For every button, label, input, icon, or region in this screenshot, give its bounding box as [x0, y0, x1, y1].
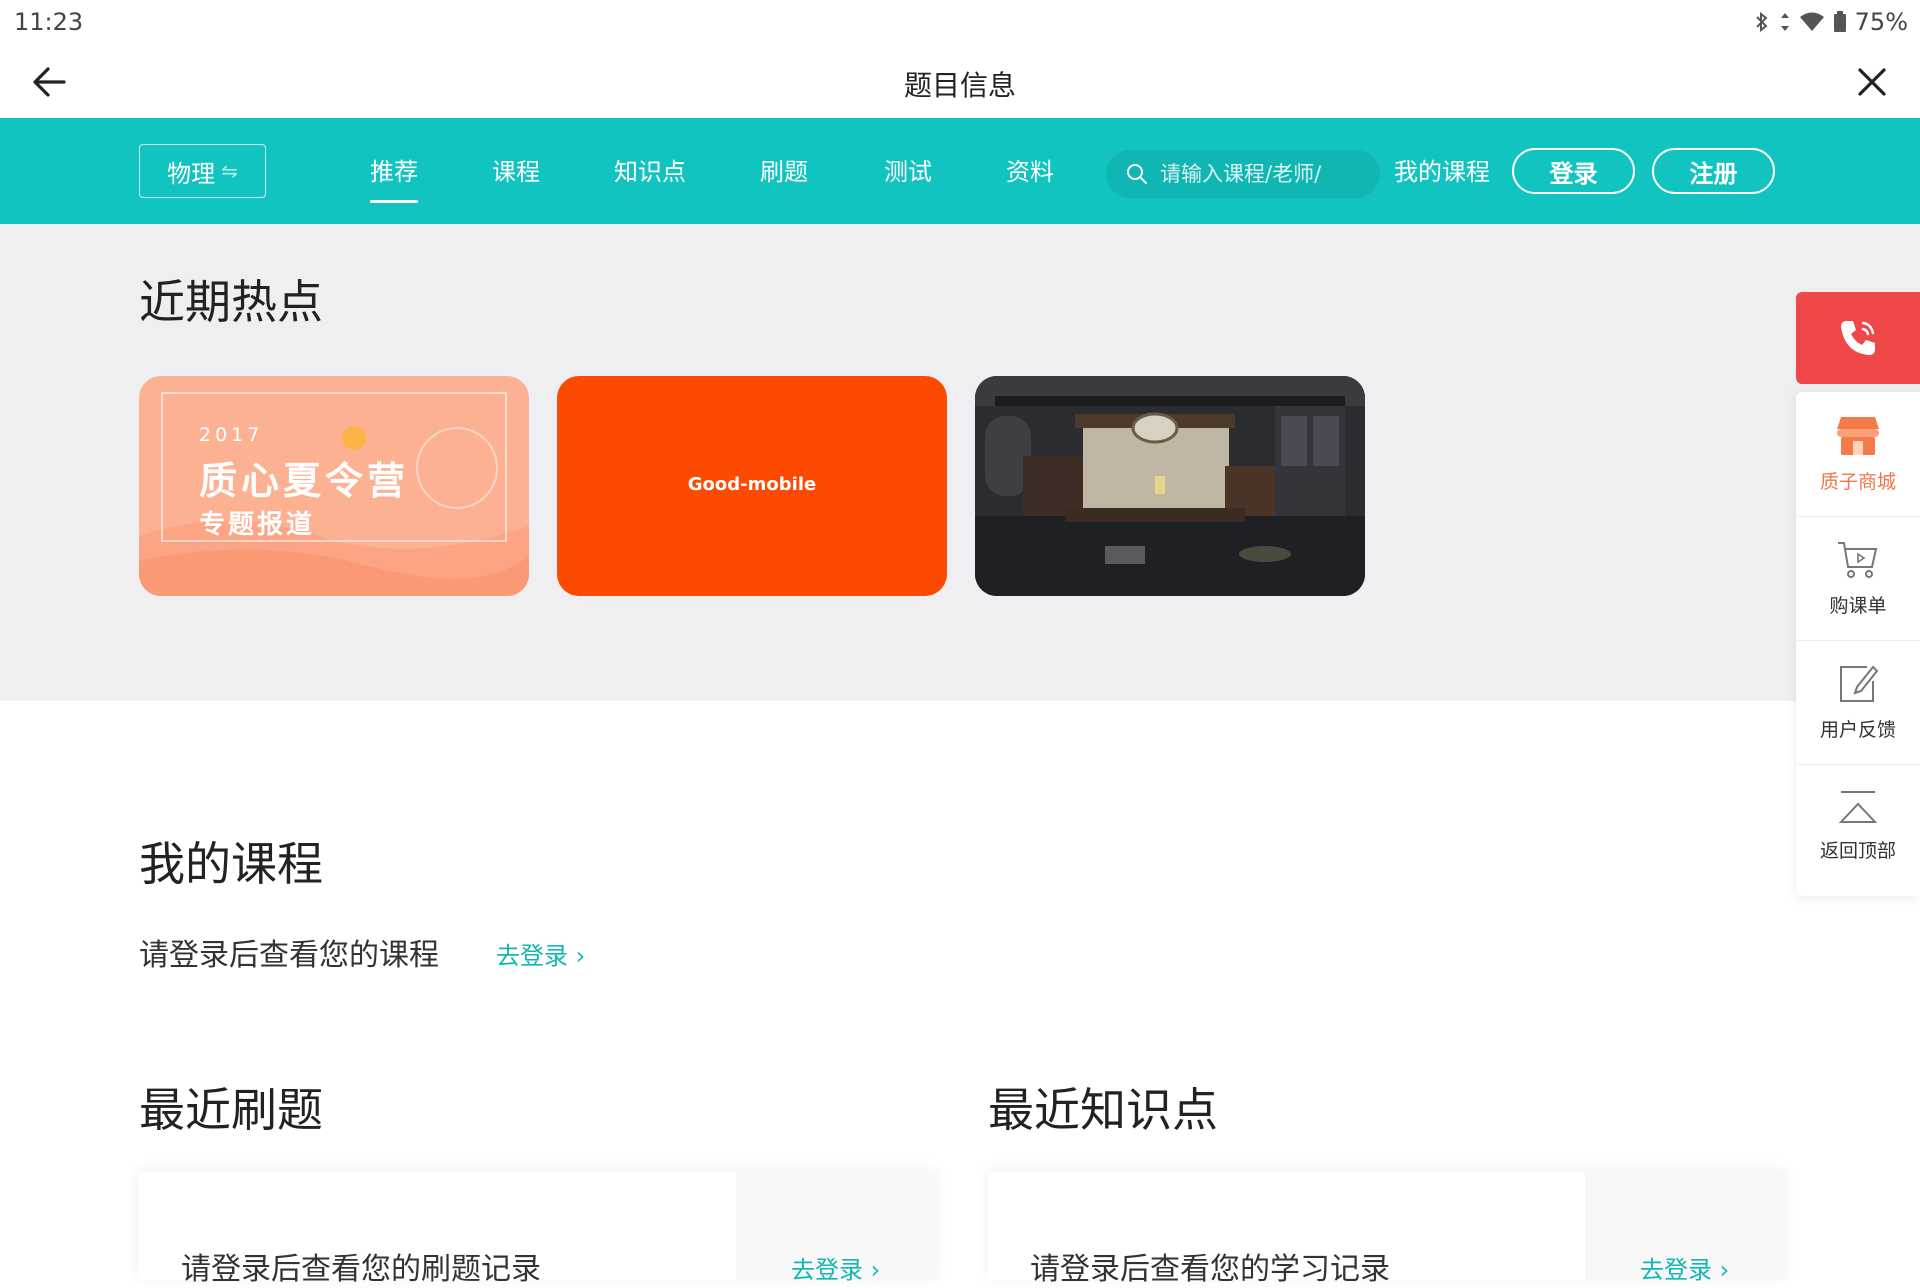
banner-room-illustration[interactable] [975, 376, 1365, 596]
side-item-label: 返回顶部 [1819, 840, 1896, 862]
register-button[interactable]: 注册 [1652, 148, 1775, 194]
search-input[interactable] [1160, 162, 1370, 186]
subject-label: 物理 [167, 159, 216, 188]
my-courses-login-prompt: 请登录后查看您的课程 [139, 938, 439, 973]
banner-year: 2017 [199, 424, 264, 446]
side-item-cart[interactable]: 购课单 [1796, 516, 1920, 640]
tab-courses[interactable]: 课程 [492, 152, 540, 187]
status-icons: 75% [1753, 8, 1908, 36]
banner-good-mobile[interactable]: Good-mobile [557, 376, 947, 596]
data-arrows-icon [1780, 13, 1789, 31]
banner-summer-camp[interactable]: 2017 质心夏令营 专题报道 [139, 376, 529, 596]
bluetooth-icon [1755, 11, 1768, 33]
go-login-label: 去登录 [496, 942, 568, 970]
side-item-label: 用户反馈 [1819, 719, 1896, 741]
recent-knowledge-title: 最近知识点 [988, 1083, 1218, 1137]
cart-icon [1838, 542, 1878, 578]
close-icon [1858, 68, 1886, 96]
side-item-back-to-top[interactable]: 返回顶部 [1796, 764, 1920, 888]
room-illustration-image [975, 376, 1365, 596]
my-courses-link[interactable]: 我的课程 [1394, 152, 1490, 187]
chevron-right-icon: › [568, 942, 586, 970]
status-bar: 11:23 75% [0, 0, 1920, 44]
tab-materials[interactable]: 资料 [1006, 152, 1054, 187]
recent-practice-title: 最近刷题 [139, 1083, 323, 1137]
phone-call-button[interactable] [1796, 292, 1920, 384]
page-title: 题目信息 [903, 69, 1016, 102]
wifi-icon [1799, 12, 1824, 31]
status-time: 11:23 [14, 8, 84, 36]
shop-icon [1837, 416, 1879, 455]
tab-knowledge[interactable]: 知识点 [614, 152, 686, 187]
side-panel: 质子商城 购课单 用户反馈 返回顶部 [1796, 392, 1920, 896]
banner-subtitle: 专题报道 [199, 510, 316, 540]
login-button[interactable]: 登录 [1512, 148, 1635, 194]
phone-icon [1841, 321, 1875, 355]
hot-section: 近期热点 2017 质心夏令营 专题报道 Good-mobile [0, 224, 1920, 701]
tab-practice[interactable]: 刷题 [760, 152, 808, 187]
search-box [1106, 150, 1380, 198]
side-item-label: 购课单 [1829, 595, 1887, 617]
recent-knowledge-card: 请登录后查看您的学习记录 去登录 › [988, 1172, 1785, 1287]
search-icon [1127, 164, 1147, 184]
banner-title: 质心夏令营 [199, 459, 410, 503]
close-button[interactable] [1852, 62, 1892, 102]
battery-level: 75% [1854, 8, 1908, 36]
swap-arrows-icon: ⇋ [221, 159, 238, 183]
side-item-label: 质子商城 [1819, 470, 1896, 493]
nav-bar: 物理 ⇋ 推荐 课程 知识点 刷题 测试 资料 我的课程 登录 注册 [0, 118, 1920, 224]
my-courses-go-login-link[interactable]: 去登录 › [496, 936, 585, 971]
recent-practice-card: 请登录后查看您的刷题记录 去登录 › [139, 1172, 936, 1287]
feedback-icon [1840, 665, 1879, 702]
battery-icon [1833, 11, 1846, 32]
tab-recommend[interactable]: 推荐 [370, 152, 418, 203]
side-item-shop[interactable]: 质子商城 [1796, 392, 1920, 516]
subject-switch-button[interactable]: 物理 ⇋ [139, 144, 266, 198]
tab-test[interactable]: 测试 [884, 152, 932, 187]
back-to-top-icon [1838, 791, 1878, 823]
side-item-feedback[interactable]: 用户反馈 [1796, 640, 1920, 764]
title-bar: 题目信息 [0, 44, 1920, 118]
my-courses-title: 我的课程 [139, 837, 323, 891]
recent-practice-login-prompt: 请登录后查看您的刷题记录 [181, 1252, 541, 1287]
recent-knowledge-login-prompt: 请登录后查看您的学习记录 [1030, 1252, 1390, 1287]
banner-text: Good-mobile [687, 474, 817, 495]
hot-section-title: 近期热点 [139, 275, 323, 329]
